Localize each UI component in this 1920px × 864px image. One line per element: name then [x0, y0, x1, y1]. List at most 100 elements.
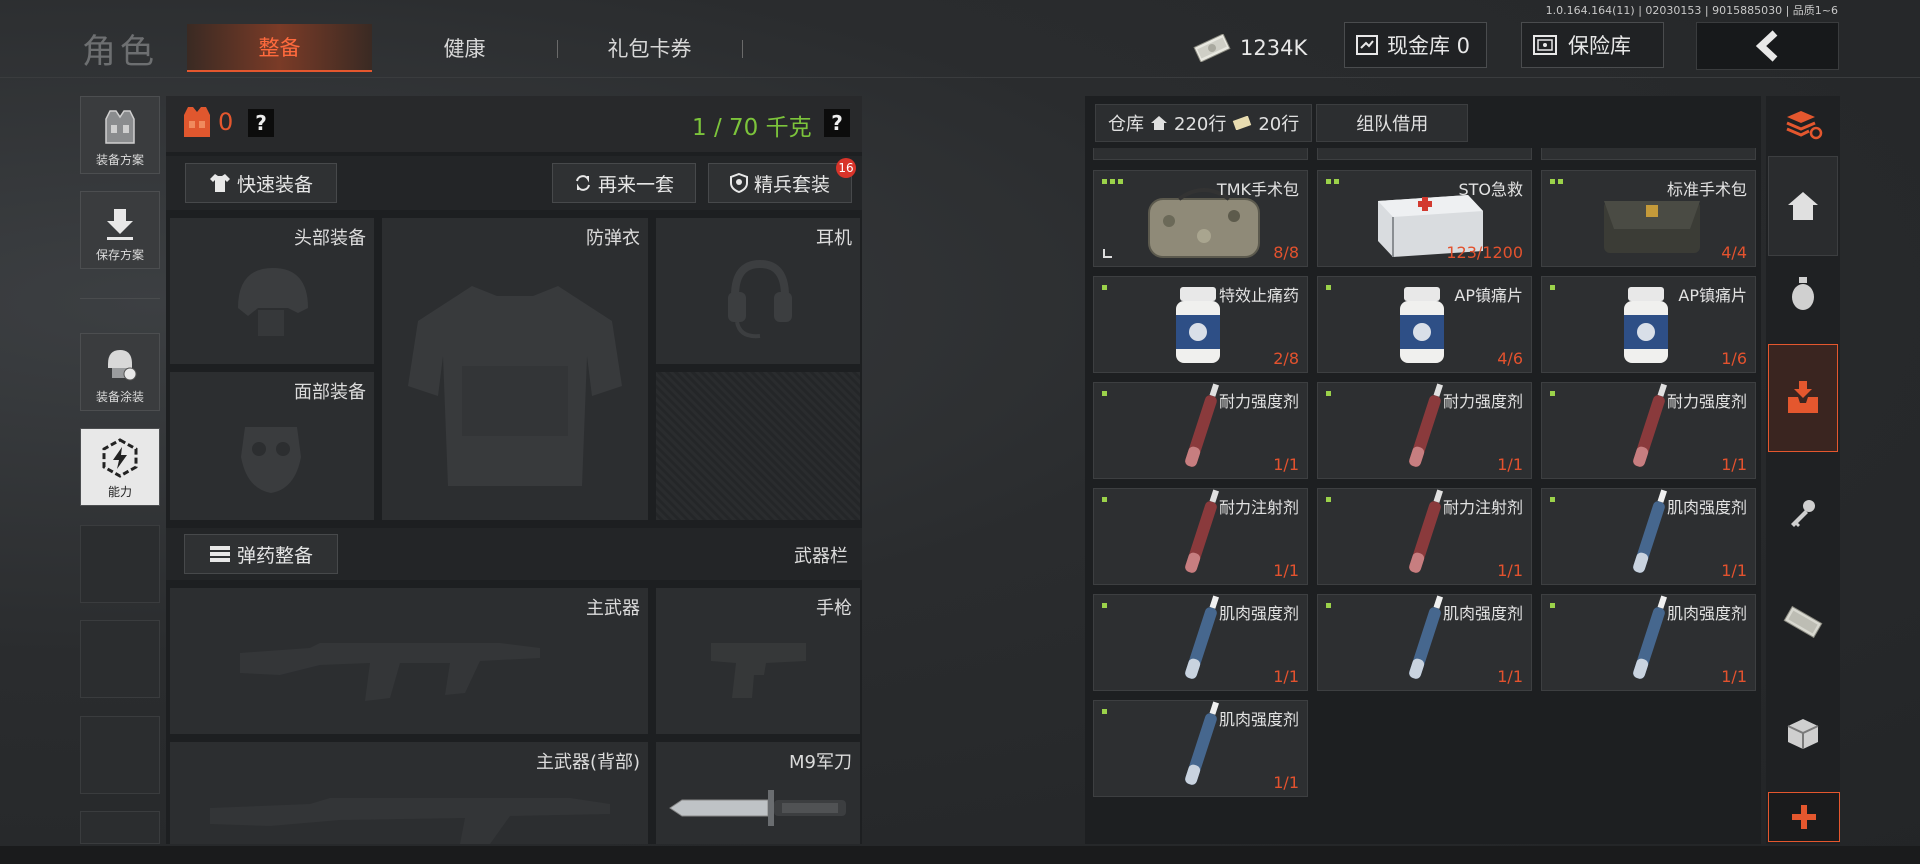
- item-cell[interactable]: 肌肉强度剂 1/1: [1093, 594, 1308, 691]
- tab-warehouse[interactable]: 仓库 220行 20行: [1095, 104, 1313, 142]
- item-cell[interactable]: AP镇痛片 4/6: [1317, 276, 1532, 373]
- item-cell[interactable]: 耐力注射剂 1/1: [1317, 488, 1532, 585]
- item-name: 耐力注射剂: [1218, 498, 1299, 517]
- item-count: 1/1: [1273, 455, 1299, 474]
- safe-box-button[interactable]: 保险库: [1521, 22, 1664, 68]
- money-value: 1234K: [1240, 36, 1308, 60]
- slot-face[interactable]: 面部装备: [170, 372, 374, 520]
- item-cell[interactable]: TMK手术包 8/8: [1093, 170, 1308, 267]
- slot-primary-weapon[interactable]: 主武器: [170, 588, 648, 734]
- item-cell-partial: [1541, 148, 1756, 160]
- sidebar-item-loadout-plan[interactable]: 装备方案: [80, 96, 160, 174]
- inbox-download-button[interactable]: [1768, 344, 1838, 452]
- home-button[interactable]: [1768, 156, 1838, 256]
- tab-health[interactable]: 健康: [372, 24, 557, 72]
- equipment-header: 0 ? 1 / 70 千克 ?: [166, 96, 862, 152]
- item-cell[interactable]: 肌肉强度剂 1/1: [1541, 594, 1756, 691]
- grenade-button[interactable]: [1768, 262, 1838, 324]
- slot-empty-locked: [656, 372, 860, 520]
- ammo-equip-button[interactable]: 弹药整备: [184, 534, 338, 574]
- back-button[interactable]: [1696, 22, 1839, 70]
- rifle-icon: [240, 643, 540, 701]
- slot-label: 面部装备: [294, 382, 366, 403]
- sidebar-divider: [80, 298, 160, 299]
- item-cell[interactable]: STO急救 123/1200: [1317, 170, 1532, 267]
- sidebar-item-save-plan[interactable]: 保存方案: [80, 191, 160, 269]
- rarity-dots: [1102, 497, 1107, 502]
- add-button[interactable]: [1768, 792, 1840, 842]
- sidebar-item-label: 装备涂装: [95, 390, 144, 404]
- item-cell[interactable]: AP镇痛片 1/6: [1541, 276, 1756, 373]
- stack-refresh-button[interactable]: [1768, 100, 1838, 150]
- plus-icon: [1792, 805, 1816, 829]
- item-count: 2/8: [1273, 349, 1299, 368]
- ammo-icon: [209, 546, 230, 562]
- armor-icon: [184, 107, 210, 137]
- tab-equip[interactable]: 整备: [187, 24, 372, 72]
- item-cell[interactable]: 肌肉强度剂 1/1: [1093, 700, 1308, 797]
- rarity-dots: [1326, 391, 1331, 396]
- key-button[interactable]: [1768, 462, 1838, 562]
- rarity-dots: [1550, 391, 1555, 396]
- item-name: AP镇痛片: [1678, 286, 1747, 305]
- slot-knife[interactable]: M9军刀: [656, 742, 860, 844]
- item-cell-partial: [1093, 148, 1308, 160]
- item-count: 1/1: [1721, 561, 1747, 580]
- armor-help-button[interactable]: ?: [248, 109, 274, 137]
- slot-label: 防弹衣: [586, 228, 640, 249]
- knife-icon: [669, 790, 846, 826]
- crate-button[interactable]: [1768, 684, 1838, 784]
- item-name: 标准手术包: [1666, 180, 1747, 199]
- item-name: STO急救: [1458, 180, 1523, 199]
- item-name: 肌肉强度剂: [1442, 604, 1523, 623]
- item-cell[interactable]: 耐力强度剂 1/1: [1317, 382, 1532, 479]
- sidebar-item-label: 装备方案: [95, 153, 144, 167]
- item-cell[interactable]: 标准手术包 4/4: [1541, 170, 1756, 267]
- home-icon: [1788, 192, 1818, 220]
- cash-button[interactable]: [1768, 572, 1838, 672]
- item-name: TMK手术包: [1216, 180, 1299, 199]
- item-count: 1/1: [1497, 561, 1523, 580]
- quick-equip-label: 快速装备: [236, 173, 313, 196]
- rarity-dots: [1326, 179, 1339, 184]
- item-cell[interactable]: 肌肉强度剂 1/1: [1317, 594, 1532, 691]
- again-set-label: 再来一套: [597, 173, 674, 196]
- again-set-button[interactable]: 再来一套: [552, 163, 696, 203]
- item-count: 1/1: [1497, 667, 1523, 686]
- item-count: 4/4: [1721, 243, 1747, 262]
- safe-icon: [1533, 35, 1557, 55]
- item-cell[interactable]: 特效止痛药 2/8: [1093, 276, 1308, 373]
- slot-primary-weapon-back[interactable]: 主武器(背部): [170, 742, 648, 844]
- cash-icon: [1783, 605, 1823, 639]
- rarity-dots: [1326, 285, 1331, 290]
- rarity-dots: [1102, 603, 1107, 608]
- shirt-icon: [209, 174, 230, 192]
- item-cell[interactable]: 耐力强度剂 1/1: [1541, 382, 1756, 479]
- item-cell[interactable]: 耐力注射剂 1/1: [1093, 488, 1308, 585]
- slot-earphone[interactable]: 耳机: [656, 218, 860, 364]
- rarity-dots: [1102, 179, 1123, 184]
- tab-gift-cards[interactable]: 礼包卡券: [557, 24, 742, 72]
- armor-value: 0: [218, 108, 234, 136]
- rarity-dots: [1102, 285, 1107, 290]
- quick-equip-button[interactable]: 快速装备: [185, 163, 337, 203]
- item-name: 肌肉强度剂: [1666, 498, 1747, 517]
- slot-pistol[interactable]: 手枪: [656, 588, 860, 734]
- tab-team-borrow[interactable]: 组队借用: [1316, 104, 1469, 142]
- weight-help-button[interactable]: ?: [824, 109, 850, 137]
- sidebar-item-paint[interactable]: 装备涂装: [80, 333, 160, 411]
- item-count: 1/1: [1721, 667, 1747, 686]
- ammo-equip-label: 弹药整备: [236, 544, 313, 567]
- cash-vault-button[interactable]: 现金库 0: [1344, 22, 1487, 68]
- warehouse-tabs: 仓库 220行 20行 组队借用: [1095, 104, 1469, 142]
- sidebar-item-ability[interactable]: 能力: [80, 428, 160, 506]
- item-cell[interactable]: 肌肉强度剂 1/1: [1541, 488, 1756, 585]
- top-bar: 1.0.164.164(11) | 02030153 | 9015885030 …: [0, 0, 1920, 78]
- item-cell[interactable]: 耐力强度剂 1/1: [1093, 382, 1308, 479]
- money-display: 1234K: [1192, 26, 1307, 70]
- item-count: 1/1: [1273, 667, 1299, 686]
- slot-vest[interactable]: 防弹衣: [382, 218, 648, 520]
- elite-set-label: 精兵套装: [753, 173, 830, 196]
- elite-set-button[interactable]: 精兵套装: [708, 163, 852, 203]
- slot-head[interactable]: 头部装备: [170, 218, 374, 364]
